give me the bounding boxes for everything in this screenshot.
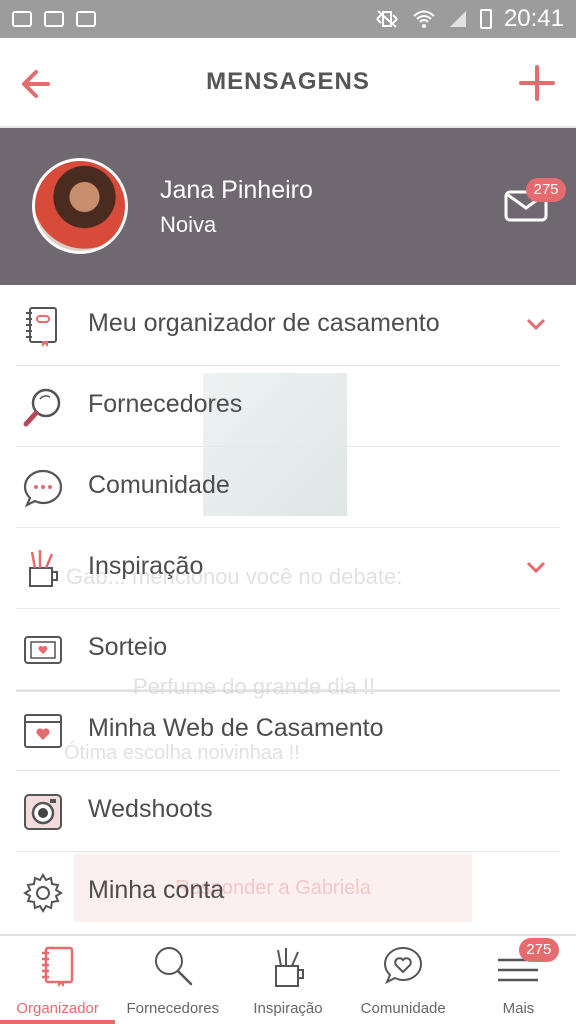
nav-tab-label: Inspiração bbox=[253, 1000, 323, 1017]
app-screen: 20:41 MENSAGENS Gab... mencionou você no… bbox=[0, 0, 576, 1024]
heart-bubble-icon bbox=[384, 946, 423, 985]
browser-heart-icon bbox=[24, 714, 62, 748]
voicemail-icon bbox=[44, 11, 64, 27]
menu-item-label: Minha conta bbox=[88, 876, 225, 904]
page-title: MENSAGENS bbox=[206, 68, 370, 95]
menu-item-wedding-web[interactable]: Minha Web de Casamento bbox=[16, 690, 560, 771]
avatar[interactable] bbox=[32, 158, 128, 254]
profile-name: Jana Pinheiro bbox=[160, 176, 313, 204]
gear-icon bbox=[23, 873, 63, 913]
profile-header[interactable]: Jana Pinheiro Noiva bbox=[0, 128, 576, 285]
status-bar: 20:41 bbox=[0, 0, 576, 38]
menu-item-label: Inspiração bbox=[88, 552, 204, 580]
messages-count-badge: 275 bbox=[526, 178, 566, 202]
organizer-notebook-icon bbox=[41, 946, 73, 987]
nav-tab-organizer[interactable]: Organizador bbox=[0, 936, 115, 1024]
back-button[interactable] bbox=[16, 62, 64, 106]
at-icon bbox=[12, 11, 32, 27]
signal-icon bbox=[449, 11, 466, 27]
bottom-navigation: Organizador Fornecedores Inspiração Comu bbox=[0, 934, 576, 1024]
pencil-cup-icon bbox=[275, 948, 304, 987]
menu-item-community[interactable]: Comunidade bbox=[16, 447, 560, 528]
chevron-down-icon[interactable] bbox=[526, 317, 546, 331]
more-notification-badge: 275 bbox=[518, 938, 559, 962]
arrow-left-icon bbox=[22, 70, 50, 98]
nav-tab-suppliers[interactable]: Fornecedores bbox=[115, 936, 230, 1024]
menu-item-wedshoots[interactable]: Wedshoots bbox=[16, 771, 560, 852]
battery-icon bbox=[479, 9, 492, 29]
menu-item-label: Meu organizador de casamento bbox=[88, 309, 440, 337]
magnifier-icon bbox=[154, 947, 193, 986]
nav-tab-label: Mais bbox=[502, 1000, 535, 1017]
menu-item-inspiration[interactable]: Inspiração bbox=[16, 528, 560, 609]
ticket-icon bbox=[24, 636, 62, 664]
nav-tab-community[interactable]: Comunidade bbox=[346, 936, 461, 1024]
status-bar-left-icons bbox=[12, 11, 96, 27]
menu-item-label: Comunidade bbox=[88, 471, 230, 499]
nav-tab-label: Fornecedores bbox=[126, 1000, 220, 1017]
nav-tab-more[interactable]: Mais 275 bbox=[461, 936, 576, 1024]
nav-tab-label: Organizador bbox=[16, 1000, 99, 1017]
profile-role: Noiva bbox=[160, 212, 217, 237]
menu-item-label: Minha Web de Casamento bbox=[88, 714, 384, 742]
active-tab-indicator bbox=[0, 1020, 115, 1024]
wifi-icon bbox=[413, 10, 435, 28]
menu-item-suppliers[interactable]: Fornecedores bbox=[16, 366, 560, 447]
top-app-bar: MENSAGENS bbox=[0, 38, 576, 128]
briefcase-icon bbox=[76, 11, 96, 27]
menu-item-raffle[interactable]: Sorteio bbox=[16, 609, 560, 690]
status-time: 20:41 bbox=[503, 5, 564, 32]
magnifier-icon bbox=[23, 388, 61, 427]
menu-item-label: Wedshoots bbox=[88, 795, 213, 823]
nav-tab-label: Comunidade bbox=[360, 1000, 446, 1017]
nav-tab-inspiration[interactable]: Inspiração bbox=[230, 936, 345, 1024]
menu-item-account[interactable]: Minha conta bbox=[16, 852, 560, 933]
status-bar-right: 20:41 bbox=[374, 5, 564, 33]
organizer-notebook-icon bbox=[26, 307, 57, 347]
camera-icon bbox=[24, 794, 62, 830]
side-menu: Meu organizador de casamento Fornecedore… bbox=[16, 285, 560, 933]
chat-bubble-icon bbox=[23, 469, 63, 508]
mute-vibrate-icon bbox=[376, 10, 398, 28]
chevron-down-icon[interactable] bbox=[526, 560, 546, 574]
menu-item-organizer[interactable]: Meu organizador de casamento bbox=[16, 285, 560, 366]
plus-icon bbox=[519, 65, 555, 101]
pencil-cup-icon bbox=[29, 550, 58, 587]
menu-item-label: Fornecedores bbox=[88, 390, 243, 418]
add-message-button[interactable] bbox=[514, 60, 560, 106]
menu-item-label: Sorteio bbox=[88, 633, 168, 661]
